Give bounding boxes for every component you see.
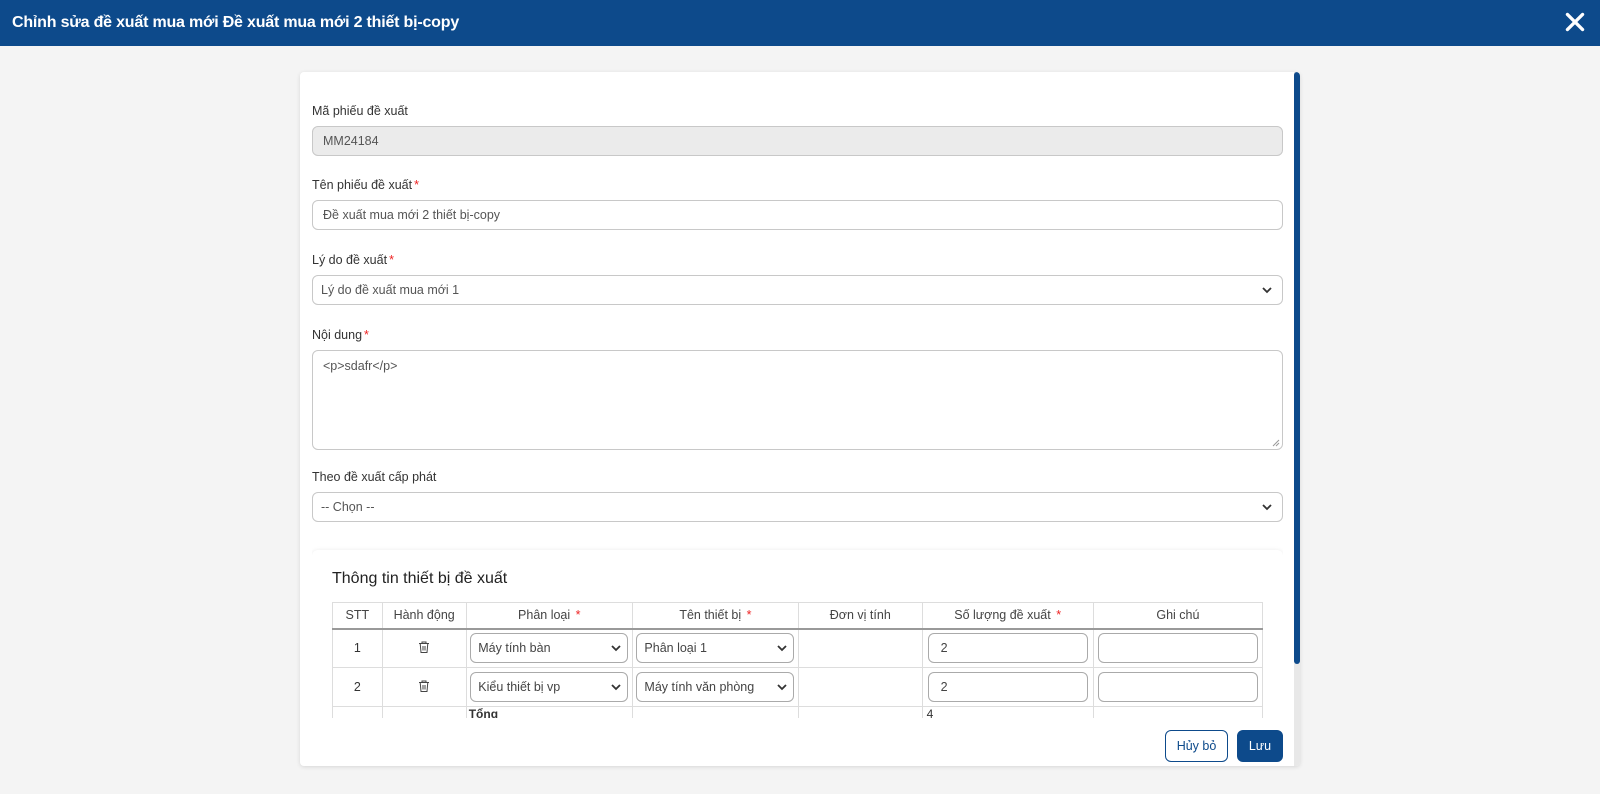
device-info-title: Thông tin thiết bị đề xuất [332,570,508,587]
chevron-down-icon [611,645,621,652]
required-mark: * [414,178,419,192]
close-icon[interactable] [1562,9,1588,35]
chevron-down-icon [1262,504,1272,511]
scrollbar-thumb[interactable] [1294,72,1300,664]
column-header-device: Tên thiết bị * [631,602,799,630]
chevron-down-icon [1262,287,1272,294]
total-row: Tổng 4 [332,706,1264,718]
modal-title: Chỉnh sửa đề xuất mua mới Đề xuất mua mớ… [12,14,460,31]
quantity-input[interactable]: 2 [927,633,1088,664]
device-table: STT Hành động Phân loại * Tên thiết bị *… [332,602,1264,718]
form-panel: Mã phiếu đề xuất MM24184 Tên phiếu đề xu… [300,72,1300,766]
chevron-down-icon [777,645,788,652]
reason-select[interactable]: Lý do đề xuất mua mới 1 [312,275,1283,305]
content-label: Nội dung * [312,328,369,342]
cancel-button[interactable]: Hủy bỏ [1165,730,1228,762]
row-action-cell [381,667,467,707]
row-unit [797,667,923,707]
resize-handle-icon[interactable] [1272,439,1280,447]
form-content: Mã phiếu đề xuất MM24184 Tên phiếu đề xu… [312,72,1283,718]
total-quantity: 4 [921,706,1094,718]
row-category-cell: Máy tính bàn [465,628,633,668]
name-label: Tên phiếu đề xuất * [312,178,419,192]
row-device-cell: Phân loại 1 [631,628,799,668]
required-mark: * [364,328,369,342]
trash-icon[interactable] [417,679,431,693]
device-info-section: Thông tin thiết bị đề xuất STT Hành động… [312,550,1283,718]
category-select[interactable]: Kiểu thiết bị vp [470,672,629,702]
content-textarea[interactable]: <p>sdafr</p> [312,350,1283,450]
row-device-cell: Máy tính văn phòng [631,667,799,707]
device-select[interactable]: Phân loại 1 [636,633,795,664]
name-field[interactable]: Đề xuất mua mới 2 thiết bị-copy [312,200,1283,230]
column-header-action: Hành động [381,602,467,630]
modal-header: Chỉnh sửa đề xuất mua mới Đề xuất mua mớ… [0,0,1600,46]
scrollbar[interactable] [1294,72,1300,766]
chevron-down-icon [611,684,621,691]
row-quantity-cell: 2 [921,667,1094,707]
save-button[interactable]: Lưu [1237,730,1283,762]
row-quantity-cell: 2 [921,628,1094,668]
column-header-note: Ghi chú [1092,602,1264,630]
code-field: MM24184 [312,126,1283,156]
code-label: Mã phiếu đề xuất [312,104,408,118]
chevron-down-icon [777,684,788,691]
row-category-cell: Kiểu thiết bị vp [465,667,633,707]
column-header-unit: Đơn vị tính [797,602,923,630]
row-unit [797,628,923,668]
row-stt: 2 [332,667,383,707]
note-input[interactable] [1097,672,1258,702]
note-input[interactable] [1097,633,1258,664]
row-action-cell [381,628,467,668]
category-select[interactable]: Máy tính bàn [470,633,629,664]
table-row: 1 Máy tính bàn Phân loại 1 2 [332,628,1264,668]
required-mark: * [389,253,394,267]
trash-icon[interactable] [417,640,431,654]
device-select[interactable]: Máy tính văn phòng [636,672,795,702]
column-header-stt: STT [332,602,383,630]
row-note-cell [1092,667,1264,707]
reason-label: Lý do đề xuất * [312,253,394,267]
column-header-quantity: Số lượng đề xuất * [921,602,1094,630]
table-row: 2 Kiểu thiết bị vp Máy tính văn phòng 2 [332,667,1264,707]
quantity-input[interactable]: 2 [927,672,1088,702]
row-note-cell [1092,628,1264,668]
row-stt: 1 [332,628,383,668]
table-header-row: STT Hành động Phân loại * Tên thiết bị *… [332,602,1264,630]
total-label: Tổng [465,706,633,718]
column-header-category: Phân loại * [465,602,633,630]
allocation-select[interactable]: -- Chọn -- [312,492,1283,522]
allocation-label: Theo đề xuất cấp phát [312,470,437,484]
